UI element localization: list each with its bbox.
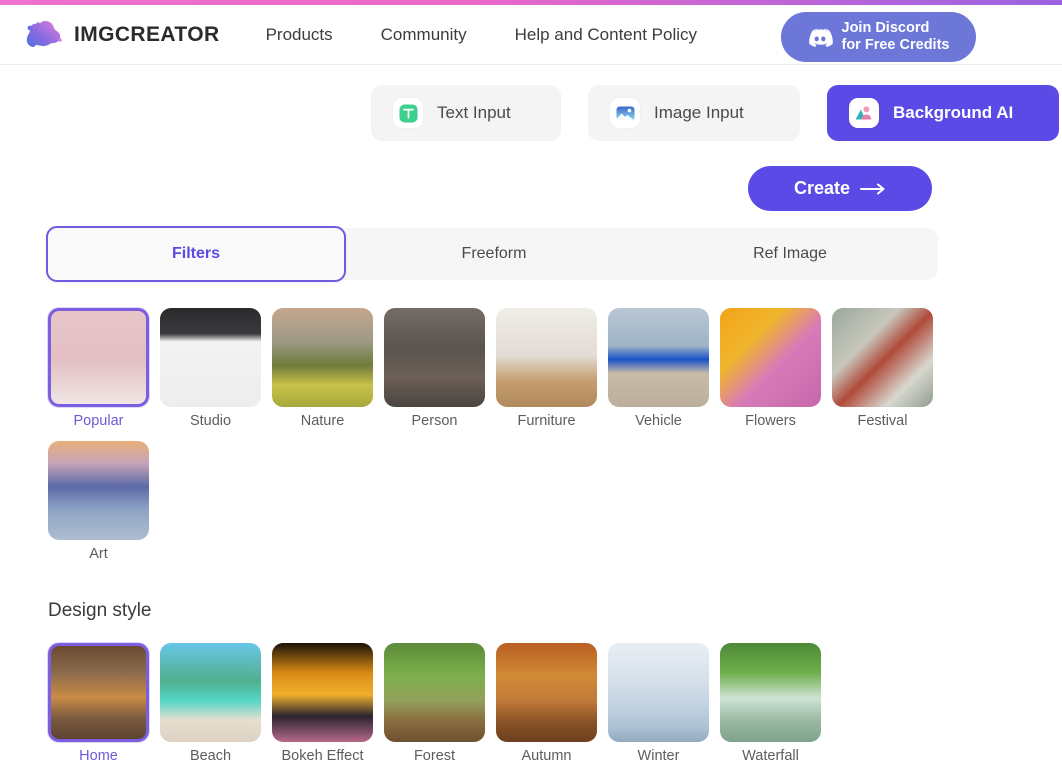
thumbnail-cell-bokeh-effect[interactable]: Bokeh Effect <box>272 643 373 764</box>
orange-bokeh-lights-thumbnail <box>272 643 373 742</box>
tab-image-input-label: Image Input <box>654 103 744 122</box>
thumbnail-cell-vehicle[interactable]: Vehicle <box>608 308 709 429</box>
thumbnail-cell-popular[interactable]: Popular <box>48 308 149 429</box>
thumbnail-cell-flowers[interactable]: Flowers <box>720 308 821 429</box>
thumbnail-cell-beach[interactable]: Beach <box>160 643 261 764</box>
woman-standing-archway-thumbnail <box>384 308 485 407</box>
tab-filters[interactable]: Filters <box>46 226 346 282</box>
thumbnail-label: Festival <box>857 413 908 429</box>
thumbnail-cell-studio[interactable]: Studio <box>160 308 261 429</box>
join-discord-label: Join Discord for Free Credits <box>841 20 950 53</box>
thumbnail-label: Beach <box>189 748 232 764</box>
tab-text-input[interactable]: Text Input <box>371 85 561 141</box>
thumbnail-cell-autumn[interactable]: Autumn <box>496 643 597 764</box>
tab-image-input[interactable]: Image Input <box>588 85 800 141</box>
arrow-right-icon <box>860 183 886 195</box>
filter-category-grid: Popular Studio Nature Person Furniture Vehicl… <box>48 308 968 562</box>
discord-icon <box>808 28 833 47</box>
thumbnail-cell-winter[interactable]: Winter <box>608 643 709 764</box>
create-button[interactable]: Create <box>748 166 932 211</box>
living-room-with-fireplace-thumbnail <box>48 643 149 742</box>
tab-text-input-label: Text Input <box>437 103 511 122</box>
waterfall-in-green-forest-thumbnail <box>720 643 821 742</box>
blue-sedan-on-beach-thumbnail <box>608 308 709 407</box>
thumbnail-label: Nature <box>300 413 345 429</box>
autumn-leaves-path-thumbnail <box>496 643 597 742</box>
nav-help-content-policy[interactable]: Help and Content Policy <box>515 25 697 45</box>
thumbnail-label: Vehicle <box>635 413 682 429</box>
thumbnail-label: Winter <box>637 748 680 764</box>
join-discord-button[interactable]: Join Discord for Free Credits <box>781 12 976 62</box>
image-input-icon <box>610 98 640 128</box>
thumbnail-label: Home <box>79 748 118 764</box>
primary-navigation: Products Community Help and Content Poli… <box>266 25 697 45</box>
design-style-grid: Home Beach Bokeh Effect Forest Autumn Winter W… <box>48 643 968 764</box>
photo-studio-lighting-setup-thumbnail <box>160 308 261 407</box>
site-header: IMGCREATOR Products Community Help and C… <box>0 5 1062 65</box>
tab-freeform[interactable]: Freeform <box>346 228 642 280</box>
thumbnail-label: Person <box>411 413 458 429</box>
blob-cloud-logo-icon <box>22 17 66 53</box>
brand-name: IMGCREATOR <box>74 22 220 46</box>
thumbnail-cell-nature[interactable]: Nature <box>272 308 373 429</box>
impressionist-sunrise-painting-thumbnail <box>48 441 149 540</box>
thumbnail-cell-forest[interactable]: Forest <box>384 643 485 764</box>
orange-and-pink-chrysanthemums-thumbnail <box>720 308 821 407</box>
palm-trees-turquoise-sea-thumbnail <box>160 643 261 742</box>
tab-background-ai-label: Background AI <box>893 103 1014 122</box>
create-button-label: Create <box>793 178 851 198</box>
content-mode-tabs: Filters Freeform Ref Image <box>46 226 938 282</box>
background-ai-icon <box>849 98 879 128</box>
tab-background-ai[interactable]: Background AI <box>827 85 1059 141</box>
thumbnail-label: Autumn <box>521 748 572 764</box>
thumbnail-cell-home[interactable]: Home <box>48 643 149 764</box>
thumbnail-label: Bokeh Effect <box>281 748 364 764</box>
thumbnail-label: Studio <box>189 413 232 429</box>
sunbeams-through-forest-thumbnail <box>384 643 485 742</box>
thumbnail-cell-festival[interactable]: Festival <box>832 308 933 429</box>
snow-drifts-landscape-thumbnail <box>608 643 709 742</box>
page-loading-progress-bar <box>0 0 1062 5</box>
wooden-table-and-chair-thumbnail <box>496 308 597 407</box>
thumbnail-cell-person[interactable]: Person <box>384 308 485 429</box>
thumbnail-cell-furniture[interactable]: Furniture <box>496 308 597 429</box>
woman-in-white-dress-pink-room-thumbnail <box>48 308 149 407</box>
text-input-icon <box>393 98 423 128</box>
thumbnail-label: Forest <box>413 748 456 764</box>
thumbnail-cell-waterfall[interactable]: Waterfall <box>720 643 821 764</box>
hands-holding-gift-box-thumbnail <box>832 308 933 407</box>
thumbnail-label: Waterfall <box>742 748 799 764</box>
thumbnail-label: Art <box>89 546 108 562</box>
design-style-heading: Design style <box>48 600 152 621</box>
brand-logo-link[interactable]: IMGCREATOR <box>22 17 220 53</box>
input-mode-tabs: Text Input Image Input Background AI <box>371 85 1059 141</box>
nav-community[interactable]: Community <box>381 25 467 45</box>
thumbnail-label: Furniture <box>517 413 576 429</box>
thumbnail-label: Popular <box>73 413 124 429</box>
thumbnail-cell-art[interactable]: Art <box>48 441 149 562</box>
nav-products[interactable]: Products <box>266 25 333 45</box>
mountain-meadow-pine-trees-thumbnail <box>272 308 373 407</box>
thumbnail-label: Flowers <box>745 413 796 429</box>
tab-ref-image[interactable]: Ref Image <box>642 228 938 280</box>
